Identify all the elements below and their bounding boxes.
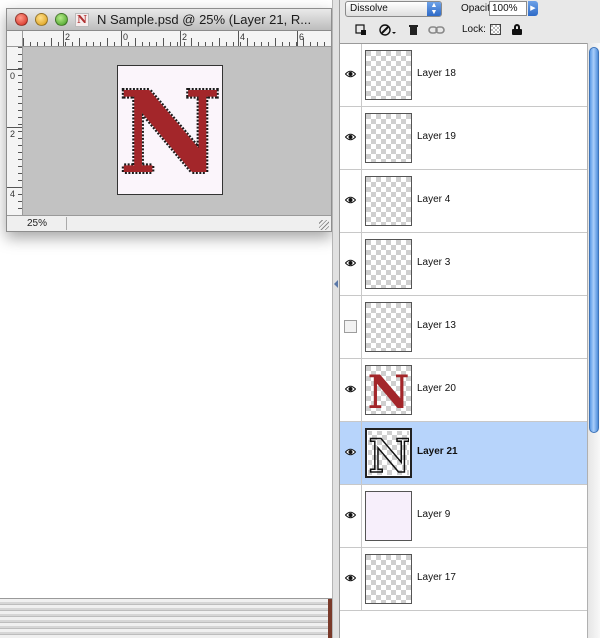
layer-name: Layer 3	[417, 257, 451, 268]
close-window-button[interactable]	[15, 13, 28, 26]
layer-name: Layer 21	[417, 446, 458, 457]
layers-list: Layer 18 Layer 19 Layer 4 Layer 3 Layer 13 N L…	[340, 43, 587, 638]
resize-grip-icon[interactable]	[319, 220, 329, 230]
red-n-thumbnail-glyph: N	[367, 366, 409, 414]
link-icon[interactable]	[428, 24, 446, 37]
trash-icon[interactable]	[406, 24, 420, 37]
psd-file-icon: N	[75, 13, 89, 27]
visibility-toggle[interactable]	[340, 485, 362, 547]
document-statusbar: 25%	[7, 215, 331, 231]
layer-thumbnail[interactable]: N	[365, 428, 412, 478]
zoom-window-button[interactable]	[55, 13, 68, 26]
brush-icon[interactable]	[378, 24, 398, 37]
layer-name: Layer 17	[417, 572, 456, 583]
vertical-ruler[interactable]: 0 2 4	[7, 47, 23, 215]
horizontal-ruler[interactable]: 2 0 2 4 6	[23, 31, 331, 47]
lock-pixels-icon[interactable]	[354, 24, 368, 37]
eye-icon	[345, 448, 356, 456]
lock-all-icon[interactable]	[512, 24, 522, 35]
layer-name: Layer 20	[417, 383, 456, 394]
eye-icon	[345, 511, 356, 519]
layer-row[interactable]: Layer 3	[340, 233, 587, 296]
layer-row[interactable]: Layer 9	[340, 485, 587, 548]
visibility-toggle[interactable]	[340, 44, 362, 106]
ruler-h-label: 4	[240, 32, 246, 42]
lock-label: Lock:	[462, 24, 486, 35]
panel-splitter[interactable]	[332, 0, 340, 638]
visibility-toggle[interactable]	[340, 170, 362, 232]
canvas-pasteboard[interactable]: N	[23, 47, 331, 215]
layer-thumbnail[interactable]	[365, 176, 412, 226]
collapse-arrow-icon[interactable]	[334, 280, 338, 288]
eye-icon	[345, 196, 356, 204]
layer-name: Layer 19	[417, 131, 456, 142]
layer-thumbnail[interactable]: N	[365, 365, 412, 415]
document-titlebar[interactable]: N N Sample.psd @ 25% (Layer 21, R...	[7, 9, 331, 31]
layer-thumbnail[interactable]	[365, 50, 412, 100]
layer-row[interactable]: N Layer 20	[340, 359, 587, 422]
ruler-v-label: 0	[10, 71, 16, 81]
layer-row[interactable]: Layer 13	[340, 296, 587, 359]
ruler-origin-corner[interactable]	[7, 31, 23, 47]
layer-thumbnail[interactable]	[365, 113, 412, 163]
layer-name: Layer 9	[417, 509, 451, 520]
layer-thumbnail[interactable]	[365, 239, 412, 289]
layers-panel: Dissolve ▲ ▼ Opacity: 100% ▶ Lock: Layer …	[340, 0, 600, 638]
visibility-toggle[interactable]	[340, 548, 362, 610]
blend-mode-select[interactable]: Dissolve ▲ ▼	[345, 1, 442, 17]
layers-scroll-thumb[interactable]	[589, 47, 599, 433]
ruler-h-label: 2	[65, 32, 71, 42]
layer-thumbnail[interactable]	[365, 554, 412, 604]
layers-scrollbar[interactable]	[587, 43, 600, 638]
bottom-panel-strip	[0, 598, 336, 638]
document-canvas[interactable]: N	[117, 65, 223, 201]
red-letter-n-artwork: N	[117, 66, 223, 201]
layer-thumbnail[interactable]	[365, 302, 412, 352]
opacity-input[interactable]: 100%	[489, 1, 527, 16]
layer-row[interactable]: Layer 4	[340, 170, 587, 233]
document-title: N Sample.psd @ 25% (Layer 21, R...	[97, 12, 312, 27]
ruler-h-label: 2	[182, 32, 188, 42]
zoom-level-field[interactable]: 25%	[9, 217, 67, 230]
layer-name: Layer 13	[417, 320, 456, 331]
layer-name: Layer 18	[417, 68, 456, 79]
blend-mode-value: Dissolve	[350, 3, 388, 14]
opacity-slider-arrow-icon[interactable]: ▶	[528, 1, 538, 16]
eye-icon	[345, 259, 356, 267]
layer-row[interactable]: Layer 17	[340, 548, 587, 611]
eye-icon	[345, 70, 356, 78]
visibility-toggle[interactable]	[340, 422, 362, 484]
ruler-v-label: 4	[10, 189, 16, 199]
ruler-h-label: 0	[123, 32, 129, 42]
outline-n-thumbnail-glyph: N	[368, 430, 410, 478]
layer-row[interactable]: Layer 18	[340, 44, 587, 107]
visibility-toggle[interactable]	[340, 107, 362, 169]
visibility-toggle[interactable]	[340, 359, 362, 421]
photoshop-workspace: N N Sample.psd @ 25% (Layer 21, R... 202…	[0, 0, 600, 638]
visibility-toggle[interactable]	[340, 233, 362, 295]
canvas-letter: N	[119, 68, 221, 194]
ruler-h-label: 6	[299, 32, 305, 42]
layer-name: Layer 4	[417, 194, 451, 205]
eye-icon	[345, 133, 356, 141]
eye-icon	[345, 385, 356, 393]
minimize-window-button[interactable]	[35, 13, 48, 26]
document-window: N N Sample.psd @ 25% (Layer 21, R... 202…	[6, 8, 332, 232]
lock-transparent-pixels-icon[interactable]	[490, 24, 501, 35]
layer-thumbnail[interactable]	[365, 491, 412, 541]
eye-icon	[345, 574, 356, 582]
layer-row[interactable]: N Layer 21	[340, 422, 587, 485]
hidden-visibility-box	[344, 320, 357, 333]
select-arrows-icon: ▲ ▼	[427, 2, 441, 16]
layer-row[interactable]: Layer 19	[340, 107, 587, 170]
visibility-toggle[interactable]	[340, 296, 362, 358]
ruler-v-label: 2	[10, 129, 16, 139]
